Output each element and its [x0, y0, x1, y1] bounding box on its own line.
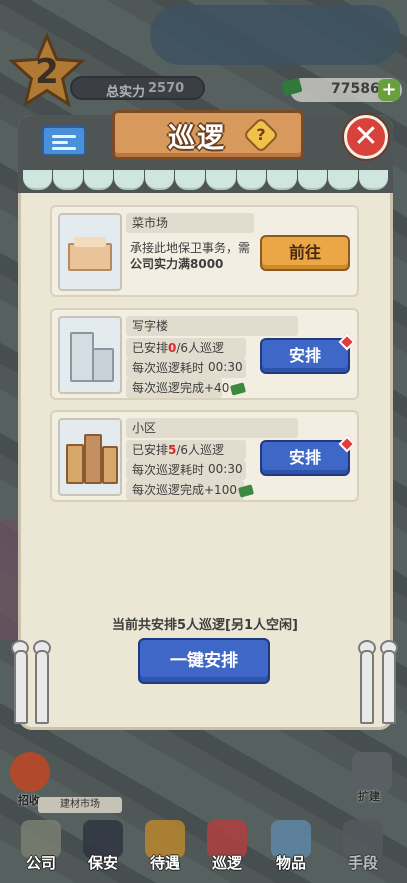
expand-icon[interactable] — [352, 752, 392, 792]
reward-line: 每次巡逻完成+100 — [126, 480, 255, 500]
nav-methods[interactable]: 手段 — [334, 820, 392, 876]
nav-label: 公司 — [25, 854, 56, 872]
nav-label: 待遇 — [149, 854, 180, 872]
recruit-label: 招收 — [18, 794, 40, 807]
assigned-line: 已安排5/6人巡逻 — [126, 440, 246, 460]
card-title: 菜市场 — [126, 213, 254, 233]
patrol-time-value: 00:30 — [208, 360, 243, 374]
patrol-summary: 当前共安排5人巡逻[另1人空闲] — [112, 618, 298, 633]
office-building-image — [58, 316, 122, 394]
cash-icon — [237, 483, 255, 498]
goto-button[interactable]: 前往 — [260, 235, 350, 271]
patrol-card-office: 写字楼 已安排0/6人巡逻 每次巡逻耗时 00:30 每次巡逻完成+40 安排 — [50, 308, 359, 400]
card-requirement: 承接此地保卫事务，需 — [130, 241, 251, 255]
nav-security[interactable]: 保安 — [74, 820, 132, 876]
menu-icon[interactable] — [42, 126, 86, 156]
recruit-megaphone-icon[interactable] — [10, 752, 50, 792]
arrange-button[interactable]: 安排 — [260, 338, 350, 374]
patrol-time-value: 00:30 — [208, 462, 243, 476]
awning-decoration — [22, 170, 389, 190]
close-button[interactable]: ✕ — [344, 115, 388, 159]
card-requirement-highlight: 公司实力满8000 — [130, 257, 224, 271]
community-building-image — [58, 418, 122, 496]
patrol-card-community: 小区 已安排5/6人巡逻 每次巡逻耗时 00:30 每次巡逻完成+100 安排 — [50, 410, 359, 502]
rope-post-left-inner — [35, 650, 49, 724]
close-icon: ✕ — [353, 119, 379, 154]
total-power-bar: 总实力 2570 — [70, 76, 205, 100]
one-click-arrange-button[interactable]: 一键安排 — [138, 638, 270, 684]
nav-label: 保安 — [87, 854, 118, 872]
card-title: 小区 — [126, 418, 298, 438]
level-number: 2 — [35, 52, 59, 92]
reward-line: 每次巡逻完成+40 — [126, 378, 247, 398]
cash-icon — [230, 381, 247, 396]
help-icon: ? — [256, 125, 266, 144]
market-sign: 建材市场 — [38, 797, 122, 813]
rope-post-left — [14, 650, 28, 724]
assigned-line: 已安排0/6人巡逻 — [126, 338, 246, 358]
add-money-button[interactable]: + — [378, 79, 400, 101]
nav-label: 手段 — [347, 854, 378, 872]
nav-benefits[interactable]: 待遇 — [136, 820, 194, 876]
nav-items[interactable]: 物品 — [262, 820, 320, 876]
dialog-title: 巡逻 — [168, 123, 226, 154]
nav-label: 巡逻 — [211, 854, 242, 872]
rope-post-right — [382, 650, 396, 724]
money-value: 77586 — [331, 81, 380, 97]
total-power-value: 2570 — [148, 81, 185, 96]
total-power-label: 总实力 — [106, 85, 146, 100]
nav-patrol[interactable]: 巡逻 — [198, 820, 256, 876]
patrol-card-market: 菜市场 承接此地保卫事务，需 公司实力满8000 前往 — [50, 205, 359, 297]
card-title: 写字楼 — [126, 316, 298, 336]
nav-label: 物品 — [275, 854, 306, 872]
expand-label: 扩建 — [358, 790, 380, 803]
arrange-button[interactable]: 安排 — [260, 440, 350, 476]
market-building-image — [58, 213, 122, 291]
rope-post-right-inner — [360, 650, 374, 724]
nav-company[interactable]: 公司 — [12, 820, 70, 876]
